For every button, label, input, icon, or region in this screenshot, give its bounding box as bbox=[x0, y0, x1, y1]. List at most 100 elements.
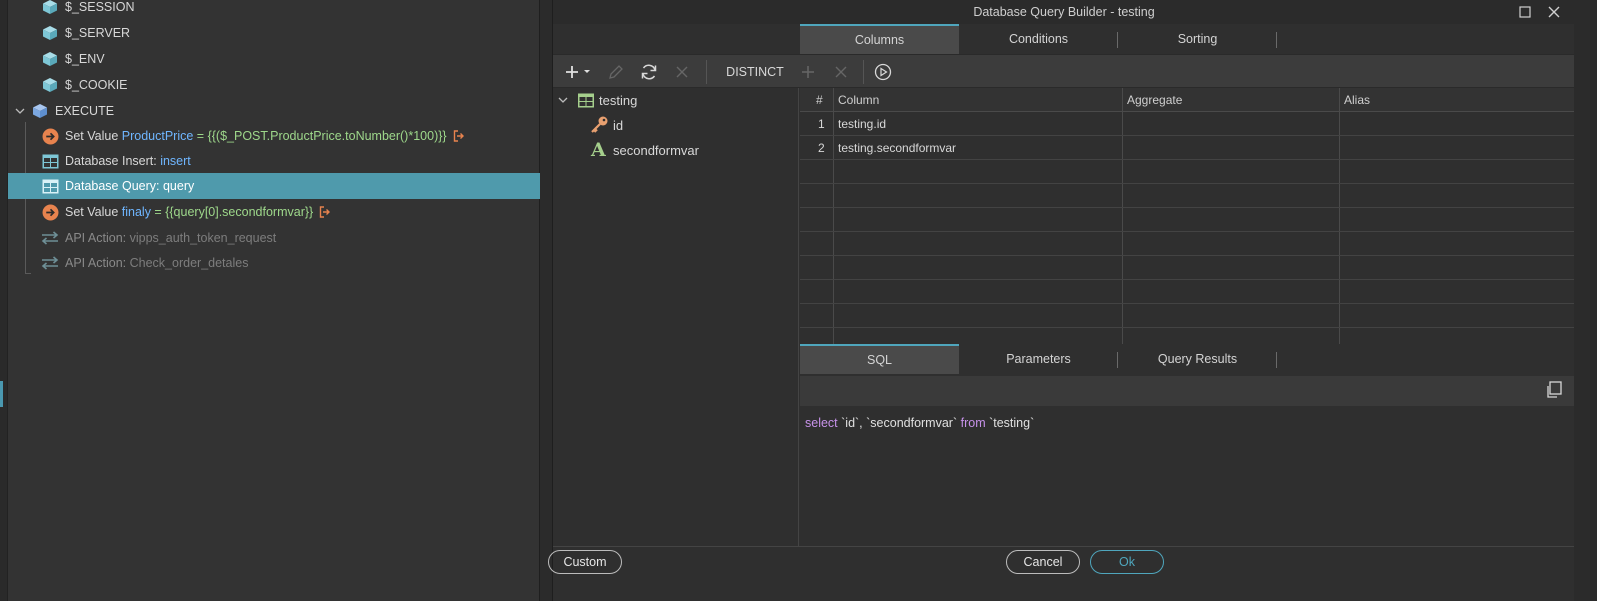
tab-label: Sorting bbox=[1177, 32, 1218, 46]
custom-button[interactable]: Custom bbox=[548, 550, 622, 574]
tree-item-label: $_COOKIE bbox=[65, 78, 128, 92]
col-header-aggregate[interactable]: Aggregate bbox=[1123, 88, 1182, 112]
action-prefix: API Action: bbox=[65, 231, 130, 245]
action-database-query[interactable]: Database Query: query bbox=[8, 173, 540, 199]
table-icon bbox=[577, 93, 599, 108]
action-api-check-order[interactable]: API Action: Check_order_detales bbox=[8, 250, 540, 276]
tree-item-execute[interactable]: EXECUTE bbox=[8, 98, 540, 124]
tree-item-cookie[interactable]: $_COOKIE bbox=[8, 72, 540, 98]
col-header-column[interactable]: Column bbox=[834, 88, 879, 112]
tree-item-label: $_SERVER bbox=[65, 26, 131, 40]
tab-label: Parameters bbox=[1006, 352, 1071, 366]
tab-query-results[interactable]: Query Results bbox=[1118, 344, 1277, 374]
action-prefix: Set Value bbox=[65, 129, 122, 143]
tab-label: Query Results bbox=[1157, 352, 1238, 366]
sql-query-text[interactable]: select `id`, `secondformvar` from `testi… bbox=[805, 416, 1034, 430]
col-divider bbox=[1122, 88, 1123, 344]
action-set-value-productprice[interactable]: Set Value ProductPrice = {{($_POST.Produ… bbox=[8, 123, 540, 149]
tab-separator bbox=[1276, 352, 1277, 368]
tab-sql[interactable]: SQL bbox=[800, 344, 959, 374]
table-icon bbox=[41, 152, 59, 170]
tree-item-server[interactable]: $_SERVER bbox=[8, 20, 540, 46]
remove-x-icon[interactable] bbox=[671, 61, 693, 83]
edit-pencil-icon[interactable] bbox=[605, 61, 627, 83]
row-column[interactable]: testing.id bbox=[838, 112, 886, 136]
table-node-testing[interactable]: testing bbox=[557, 88, 637, 112]
chevron-down-icon[interactable] bbox=[557, 94, 571, 106]
action-prefix: API Action: bbox=[65, 256, 130, 270]
action-set-value-finaly[interactable]: Set Value finaly = {{query[0].secondform… bbox=[8, 199, 540, 225]
sql-toolbar bbox=[800, 376, 1575, 406]
tables-tree: testing id A secondformvar bbox=[553, 88, 799, 546]
arrow-right-circle-icon bbox=[41, 127, 59, 145]
row-divider bbox=[800, 207, 1575, 208]
action-expression: = {{($_POST.ProductPrice.toNumber()*100)… bbox=[193, 129, 447, 143]
tab-sorting[interactable]: Sorting bbox=[1118, 24, 1277, 54]
table-name: testing bbox=[599, 92, 638, 108]
cube-icon bbox=[41, 24, 59, 42]
sql-panel: select `id`, `secondformvar` from `testi… bbox=[800, 376, 1575, 546]
query-builder-dialog: Database Query Builder - testing Columns… bbox=[548, 0, 1575, 601]
field-node-id[interactable]: id bbox=[589, 113, 623, 137]
add-plus-icon[interactable] bbox=[797, 61, 819, 83]
action-api-vipps[interactable]: API Action: vipps_auth_token_request bbox=[8, 225, 540, 251]
cube-icon bbox=[41, 50, 59, 68]
cancel-button[interactable]: Cancel bbox=[1006, 550, 1080, 574]
cube-icon bbox=[41, 76, 59, 94]
dialog-footer: Custom Cancel Ok bbox=[548, 546, 1575, 601]
action-name: query bbox=[162, 179, 195, 193]
close-icon[interactable] bbox=[1545, 3, 1563, 21]
tree-item-session[interactable]: $_SESSION bbox=[8, 0, 540, 20]
action-expression: = {{query[0].secondformvar}} bbox=[150, 205, 314, 219]
chevron-down-icon[interactable] bbox=[11, 102, 29, 120]
sql-columns: `id`, `secondformvar` bbox=[837, 416, 961, 430]
left-edge-strip bbox=[0, 0, 8, 601]
row-divider bbox=[800, 279, 1575, 280]
row-divider bbox=[800, 183, 1575, 184]
add-dropdown-button[interactable] bbox=[563, 61, 595, 83]
exchange-arrows-icon bbox=[41, 254, 59, 272]
maximize-icon[interactable] bbox=[1516, 3, 1534, 21]
dialog-titlebar: Database Query Builder - testing bbox=[553, 0, 1575, 24]
arrow-right-circle-icon bbox=[41, 203, 59, 221]
action-tree-panel: $_SESSION $_SERVER $_ENV $_COOKIE EXECUT… bbox=[8, 0, 540, 601]
tree-item-label: EXECUTE bbox=[55, 104, 115, 118]
active-marker bbox=[0, 381, 3, 407]
action-name: insert bbox=[160, 154, 191, 168]
sql-keyword: select bbox=[805, 416, 838, 430]
action-name: ProductPrice bbox=[121, 129, 194, 143]
output-link-icon bbox=[453, 130, 465, 142]
field-node-secondformvar[interactable]: A secondformvar bbox=[591, 138, 699, 162]
tree-item-env[interactable]: $_ENV bbox=[8, 46, 540, 72]
grid-header: # Column Aggregate Alias bbox=[800, 88, 1575, 112]
row-divider bbox=[800, 303, 1575, 304]
action-prefix: Database Query: bbox=[65, 179, 163, 193]
field-name: secondformvar bbox=[613, 142, 699, 158]
col-divider bbox=[833, 88, 834, 344]
top-tabs: Columns Conditions Sorting bbox=[800, 24, 1277, 54]
row-number: 2 bbox=[818, 141, 825, 155]
row-number: 1 bbox=[818, 117, 825, 131]
row-divider bbox=[800, 231, 1575, 232]
row-column[interactable]: testing.secondformvar bbox=[838, 136, 956, 160]
distinct-toggle[interactable]: DISTINCT bbox=[723, 61, 787, 83]
row-divider bbox=[800, 327, 1575, 328]
tab-label: Columns bbox=[854, 33, 905, 47]
toolbar-separator bbox=[863, 60, 864, 84]
run-query-icon[interactable] bbox=[871, 61, 895, 83]
row-divider bbox=[800, 255, 1575, 256]
tab-parameters[interactable]: Parameters bbox=[959, 344, 1118, 374]
delete-x-icon[interactable] bbox=[830, 61, 852, 83]
refresh-icon[interactable] bbox=[638, 61, 660, 83]
exchange-arrows-icon bbox=[41, 229, 59, 247]
action-name: Check_order_detales bbox=[129, 256, 249, 270]
tab-conditions[interactable]: Conditions bbox=[959, 24, 1118, 54]
ok-button[interactable]: Ok bbox=[1090, 550, 1164, 574]
tab-columns[interactable]: Columns bbox=[800, 24, 959, 54]
col-header-num[interactable]: # bbox=[812, 88, 823, 112]
action-prefix: Database Insert: bbox=[65, 154, 161, 168]
bottom-tabs: SQL Parameters Query Results bbox=[800, 344, 1277, 374]
copy-icon[interactable] bbox=[1545, 381, 1565, 401]
action-database-insert[interactable]: Database Insert: insert bbox=[8, 148, 540, 174]
col-header-alias[interactable]: Alias bbox=[1340, 88, 1370, 112]
